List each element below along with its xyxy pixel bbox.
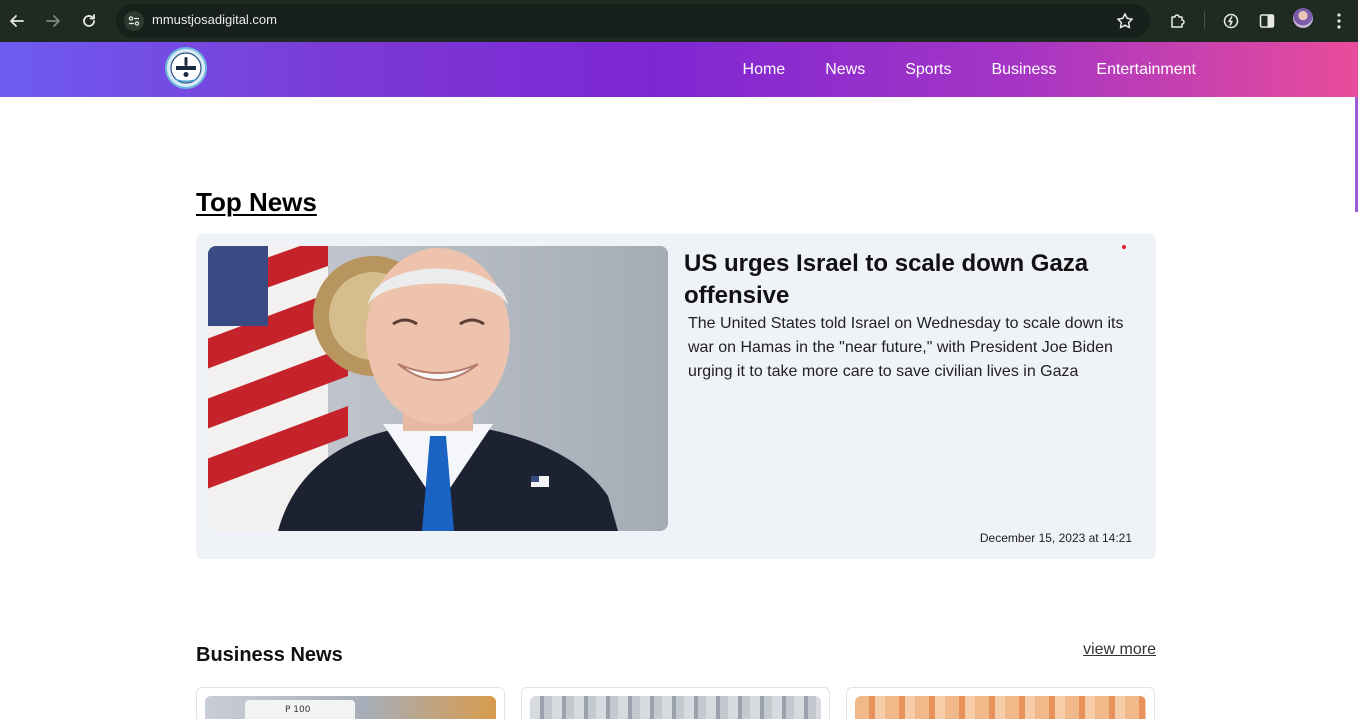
- browser-toolbar: mmustjosadigital.com: [0, 0, 1358, 42]
- svg-text:P 100: P 100: [285, 705, 311, 715]
- side-panel-icon[interactable]: [1255, 9, 1279, 33]
- top-news-card[interactable]: US urges Israel to scale down Gaza offen…: [196, 234, 1156, 559]
- nav-home[interactable]: Home: [743, 61, 786, 79]
- business-card-image[interactable]: P 100: [205, 696, 496, 719]
- business-card[interactable]: [521, 687, 830, 719]
- profile-avatar[interactable]: [1293, 8, 1313, 28]
- business-card-image[interactable]: [530, 696, 821, 719]
- nav-business[interactable]: Business: [991, 61, 1056, 79]
- business-card[interactable]: [846, 687, 1155, 719]
- extensions-puzzle-icon[interactable]: [1166, 9, 1190, 33]
- business-card-image[interactable]: [855, 696, 1146, 719]
- menu-kebab-icon[interactable]: [1327, 9, 1351, 33]
- main-nav: Home News Sports Business Entertainment: [743, 42, 1196, 97]
- address-bar[interactable]: mmustjosadigital.com: [116, 4, 1150, 38]
- business-news-title: Business News: [196, 644, 343, 666]
- site-header: Home News Sports Business Entertainment: [0, 42, 1358, 97]
- top-news-image[interactable]: [208, 246, 668, 531]
- top-news-timestamp: December 15, 2023 at 14:21: [979, 531, 1132, 545]
- nav-sports[interactable]: Sports: [905, 61, 951, 79]
- url-text: mmustjosadigital.com: [152, 12, 277, 27]
- business-card[interactable]: P 100: [196, 687, 505, 719]
- view-more-link[interactable]: view more: [1083, 641, 1156, 659]
- reload-icon[interactable]: [77, 9, 101, 33]
- top-news-headline[interactable]: US urges Israel to scale down Gaza offen…: [684, 248, 1104, 312]
- bookmark-star-icon[interactable]: [1116, 12, 1134, 35]
- forward-arrow-icon[interactable]: [41, 9, 65, 33]
- toolbar-divider: [1204, 11, 1205, 29]
- nav-entertainment[interactable]: Entertainment: [1096, 61, 1196, 79]
- nav-news[interactable]: News: [825, 61, 865, 79]
- back-arrow-icon[interactable]: [5, 9, 29, 33]
- performance-icon[interactable]: [1219, 9, 1243, 33]
- carousel-indicator-dot[interactable]: [1122, 245, 1126, 249]
- top-news-summary: The United States told Israel on Wednesd…: [688, 315, 1124, 380]
- top-news-title: Top News: [196, 187, 317, 217]
- site-info-icon[interactable]: [124, 11, 144, 31]
- site-logo[interactable]: [165, 47, 207, 89]
